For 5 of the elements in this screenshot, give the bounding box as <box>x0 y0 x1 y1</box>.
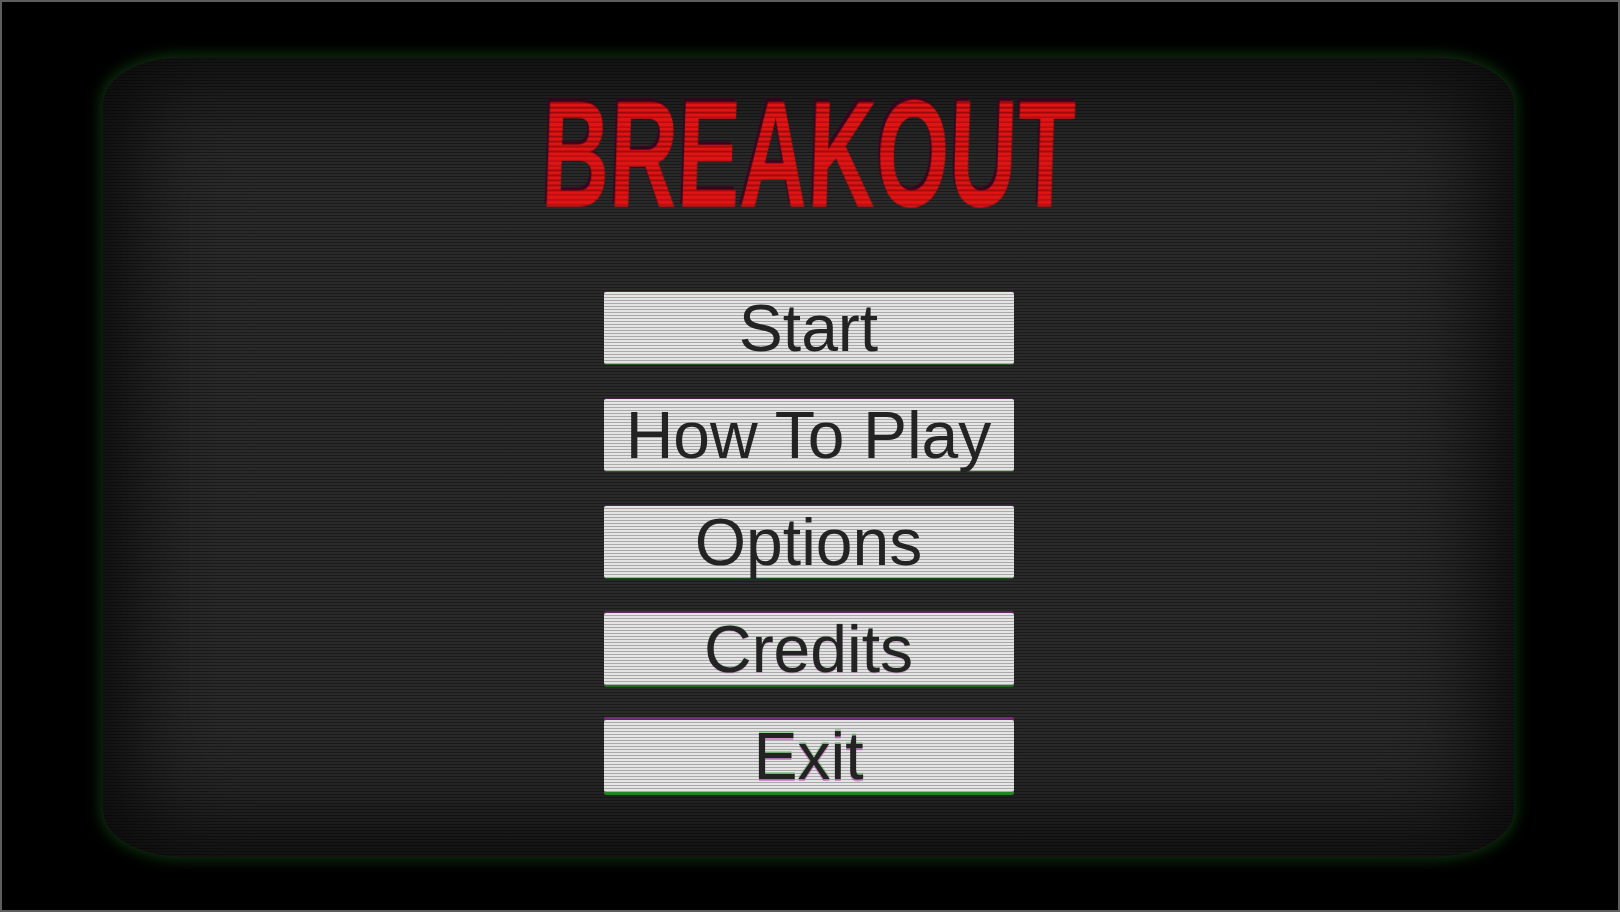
menu-button[interactable]: Options <box>603 506 1014 579</box>
menu-button[interactable]: Credits <box>603 613 1014 686</box>
menu-button[interactable]: Exit <box>603 720 1014 793</box>
menu-button[interactable]: How To Play <box>603 399 1014 472</box>
menu-button[interactable]: Start <box>603 292 1014 365</box>
